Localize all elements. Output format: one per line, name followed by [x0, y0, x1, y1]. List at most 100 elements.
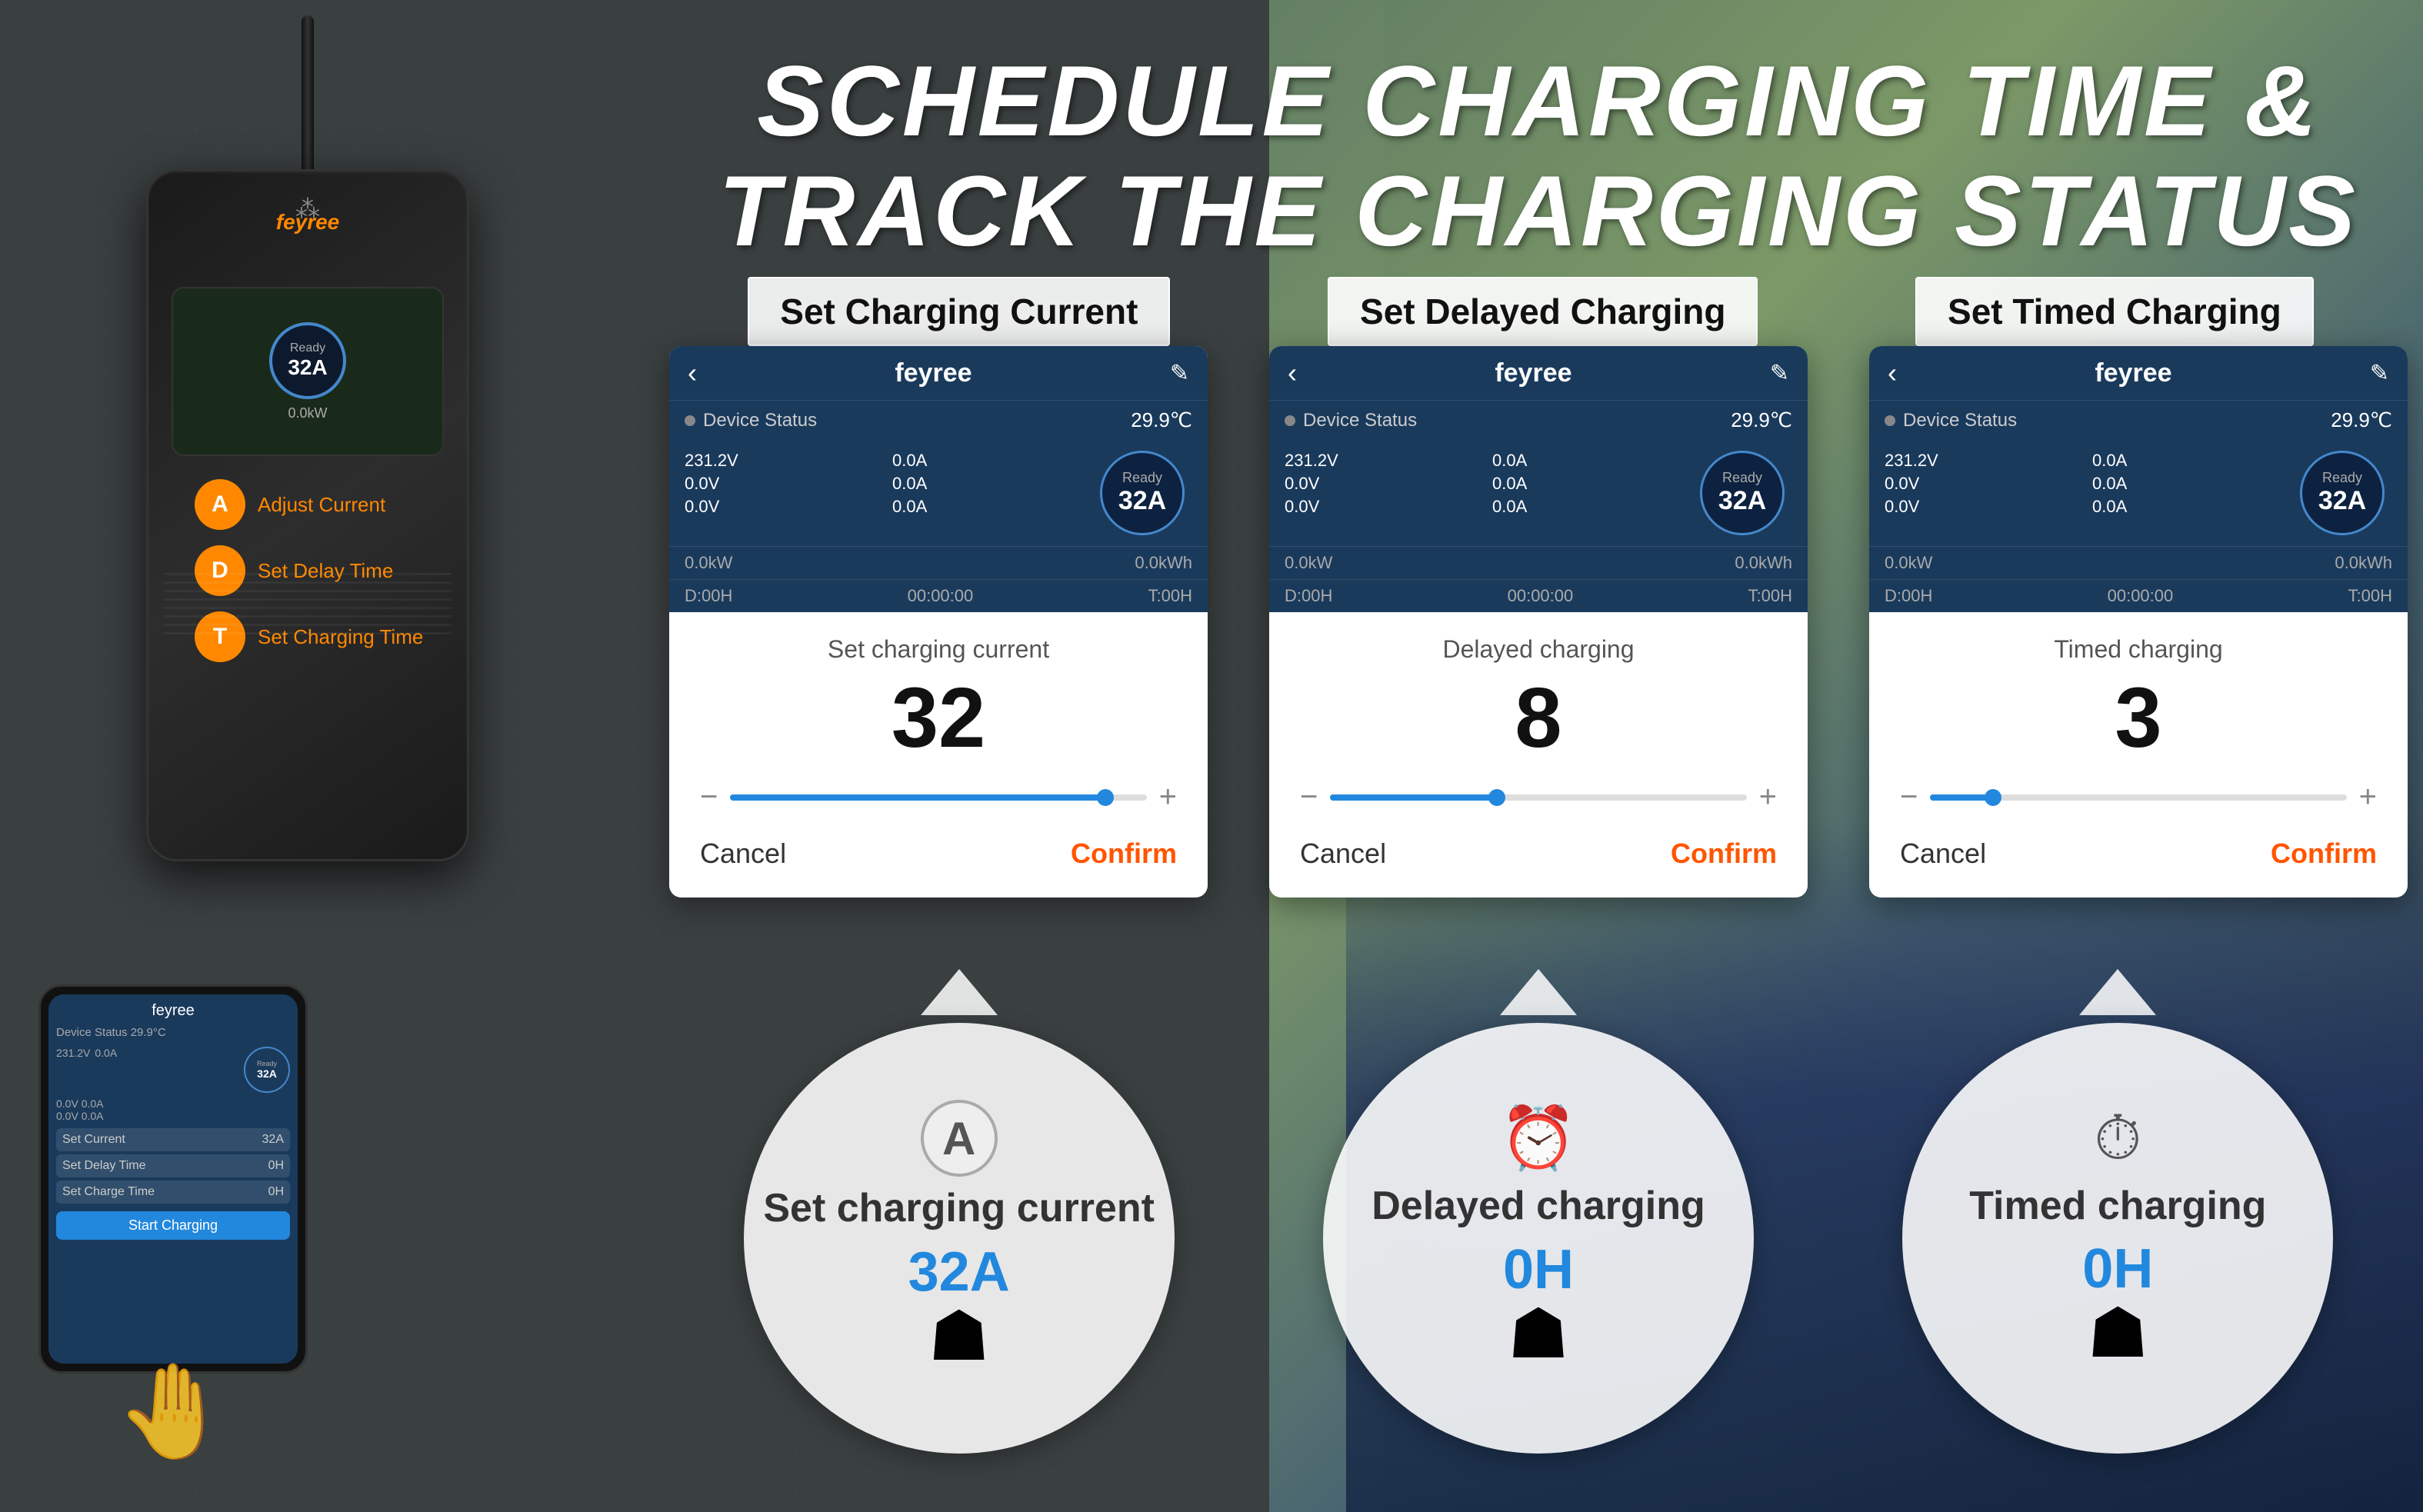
- phone-mini-item-3: Set Charge Time 0H: [56, 1181, 290, 1204]
- charger-data: 0.0kW: [288, 405, 327, 421]
- circle-label-timed: Timed charging: [1969, 1182, 2266, 1230]
- phone-top-bar-1: ‹ feyree ✎: [669, 346, 1208, 400]
- charger-ridges: [148, 567, 467, 798]
- status-temp-3: 29.9℃: [2331, 408, 2392, 432]
- slider-fill-2: [1330, 794, 1497, 801]
- confirm-button-3[interactable]: Confirm: [2271, 838, 2377, 870]
- slider-thumb-3[interactable]: [1985, 789, 2001, 806]
- slider-minus-1[interactable]: −: [700, 780, 718, 814]
- popup-value-3: 3: [1900, 671, 2377, 764]
- confirm-button-2[interactable]: Confirm: [1671, 838, 1777, 870]
- current1-3: 0.0A: [2092, 451, 2295, 471]
- phone-card-delayed: ‹ feyree ✎ Device Status 29.9℃ 231.2V 0.…: [1269, 346, 1808, 898]
- edit-icon-3[interactable]: ✎: [2370, 360, 2389, 387]
- phone-card-timed: ‹ feyree ✎ Device Status 29.9℃ 231.2V 0.…: [1869, 346, 2408, 898]
- section-label-delayed: Set Delayed Charging: [1328, 277, 1758, 346]
- charger-btn-a[interactable]: A Adjust Current: [195, 479, 385, 530]
- arrow-up-1: [921, 969, 998, 1015]
- slider-plus-3[interactable]: +: [2359, 780, 2377, 814]
- status-temp-1: 29.9℃: [1131, 408, 1192, 432]
- voltage1-2: 231.2V: [1285, 451, 1488, 471]
- status-dot-1: [685, 415, 695, 426]
- finger-tap-1: ☗: [928, 1296, 990, 1377]
- timer-3: T:00H: [2348, 586, 2392, 606]
- start-charging-button[interactable]: Start Charging: [56, 1211, 290, 1240]
- popup-section-2: Delayed charging 8 − + Cancel Confirm: [1269, 612, 1808, 898]
- arrows-row: [669, 969, 2408, 1015]
- arrow-up-3: [2079, 969, 2156, 1015]
- slider-track-1[interactable]: [730, 794, 1146, 801]
- feature-circle-delayed: ⏰ Delayed charging 0H ☗: [1323, 1023, 1754, 1454]
- section-label-timed: Set Timed Charging: [1915, 277, 2314, 346]
- phone-mini-content: feyree Device Status 29.9°C 231.2V0.0A R…: [48, 994, 298, 1364]
- status-row-3: Device Status 29.9℃: [1869, 400, 2408, 440]
- current3-2: 0.0A: [1492, 497, 1695, 517]
- popup-title-3: Timed charging: [1900, 635, 2377, 664]
- back-arrow-icon-1[interactable]: ‹: [688, 357, 697, 389]
- voltage1-3: 231.2V: [1885, 451, 2088, 471]
- popup-value-1: 32: [700, 671, 1177, 764]
- slider-plus-1[interactable]: +: [1159, 780, 1177, 814]
- phone-mini-status: Device Status 29.9°C: [56, 1026, 290, 1039]
- section-label-current: Set Charging Current: [748, 277, 1170, 346]
- slider-minus-2[interactable]: −: [1300, 780, 1318, 814]
- phone-hand: feyree Device Status 29.9°C 231.2V0.0A R…: [38, 984, 308, 1466]
- header: SCHEDULE CHARGING TIME & TRACK THE CHARG…: [692, 46, 2385, 266]
- stat-row-2b: D:00H 00:00:00 T:00H: [1269, 579, 1808, 612]
- circle-icon-timed: ⏱: [2094, 1103, 2141, 1174]
- phone-mini-item-1: Set Current 32A: [56, 1128, 290, 1151]
- cancel-button-1[interactable]: Cancel: [700, 838, 786, 870]
- app-title-1: feyree: [895, 358, 972, 388]
- gauge-value-2: 32A: [1718, 486, 1766, 516]
- feature-circle-current: A Set charging current 32A ☗: [744, 1023, 1175, 1454]
- back-arrow-icon-3[interactable]: ‹: [1888, 357, 1897, 389]
- phone-mini-item-2: Set Delay Time 0H: [56, 1154, 290, 1177]
- header-line1: SCHEDULE CHARGING TIME &: [692, 46, 2385, 156]
- stat-row-3b: D:00H 00:00:00 T:00H: [1869, 579, 2408, 612]
- slider-track-3[interactable]: [1930, 794, 2346, 801]
- app-title-2: feyree: [1495, 358, 1571, 388]
- edit-icon-2[interactable]: ✎: [1770, 360, 1789, 387]
- confirm-button-1[interactable]: Confirm: [1071, 838, 1177, 870]
- charger-btn-label-a: Adjust Current: [258, 493, 385, 517]
- cable: [302, 15, 314, 185]
- slider-minus-3[interactable]: −: [1900, 780, 1918, 814]
- charger-gauge: Ready 32A 0.0kW: [269, 322, 346, 421]
- slider-plus-2[interactable]: +: [1759, 780, 1777, 814]
- timer-1: T:00H: [1148, 586, 1192, 606]
- popup-actions-1: Cancel Confirm: [700, 838, 1177, 870]
- data-grid-1: 231.2V 0.0V 0.0V 0.0A 0.0A 0.0A Ready 32…: [669, 440, 1208, 546]
- current1-1: 0.0A: [892, 451, 1095, 471]
- popup-title-2: Delayed charging: [1300, 635, 1777, 664]
- popup-actions-3: Cancel Confirm: [1900, 838, 2377, 870]
- popup-actions-2: Cancel Confirm: [1300, 838, 1777, 870]
- slider-thumb-1[interactable]: [1097, 789, 1114, 806]
- cancel-button-3[interactable]: Cancel: [1900, 838, 1986, 870]
- cancel-button-2[interactable]: Cancel: [1300, 838, 1386, 870]
- back-arrow-icon-2[interactable]: ‹: [1288, 357, 1297, 389]
- voltage2-1: 0.0V: [685, 474, 888, 494]
- energy-2: 0.0kWh: [1735, 553, 1792, 573]
- energy-3: 0.0kWh: [2335, 553, 2392, 573]
- status-temp-2: 29.9℃: [1731, 408, 1792, 432]
- circles-row: A Set charging current 32A ☗ ⏰ Delayed c…: [669, 1023, 2408, 1454]
- charger-btn-circle-a: A: [195, 479, 245, 530]
- slider-track-2[interactable]: [1330, 794, 1746, 801]
- circle-label-delayed: Delayed charging: [1371, 1182, 1705, 1230]
- gauge-value-3: 32A: [2318, 486, 2366, 516]
- edit-icon-1[interactable]: ✎: [1170, 360, 1189, 387]
- phones-container: ‹ feyree ✎ Device Status 29.9℃ 231.2V 0.…: [669, 346, 2408, 898]
- slider-thumb-2[interactable]: [1488, 789, 1505, 806]
- gauge-circle-1: Ready 32A: [1100, 451, 1185, 535]
- data-grid-2: 231.2V 0.0V 0.0V 0.0A 0.0A 0.0A Ready 32…: [1269, 440, 1808, 546]
- finger-tap-3: ☗: [2087, 1293, 2149, 1374]
- voltage3-1: 0.0V: [685, 497, 888, 517]
- charger-gauge-val: 32A: [288, 355, 327, 380]
- current3-3: 0.0A: [2092, 497, 2295, 517]
- current1-2: 0.0A: [1492, 451, 1695, 471]
- circle-icon-current: A: [921, 1100, 998, 1177]
- status-text-2: Device Status: [1303, 410, 1417, 431]
- arrow-up-2: [1500, 969, 1577, 1015]
- finger-tap-2: ☗: [1508, 1294, 1570, 1374]
- duration-3: D:00H: [1885, 586, 1932, 606]
